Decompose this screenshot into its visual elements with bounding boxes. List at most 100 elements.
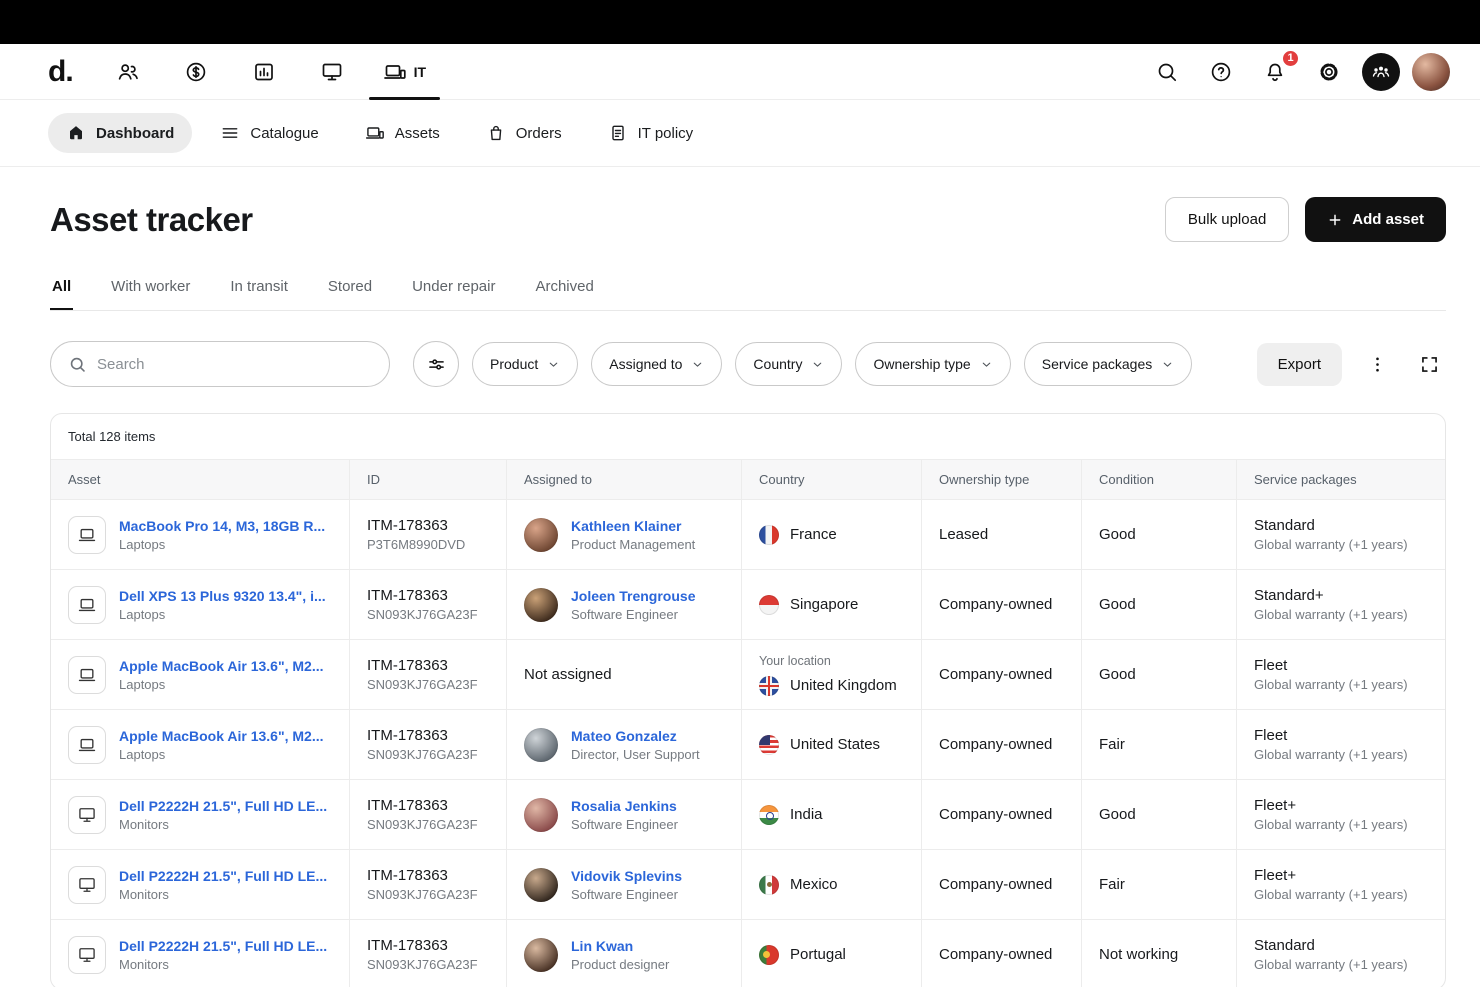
tab-stored[interactable]: Stored bbox=[326, 278, 374, 310]
assignee-cell: Kathleen Klainer Product Management bbox=[506, 500, 741, 569]
package-name: Standard bbox=[1254, 517, 1408, 534]
tab-with-worker[interactable]: With worker bbox=[109, 278, 192, 310]
filter-toolbar: Product Assigned to Country Ownership ty… bbox=[50, 341, 1446, 387]
nav-analytics-icon[interactable] bbox=[243, 52, 285, 92]
asset-serial: P3T6M8990DVD bbox=[367, 537, 465, 552]
app-logo[interactable]: d. bbox=[48, 55, 73, 89]
table-row[interactable]: Dell P2222H 21.5", Full HD LE... Monitor… bbox=[51, 849, 1445, 919]
search-input[interactable] bbox=[97, 356, 372, 373]
user-avatar[interactable] bbox=[1412, 53, 1450, 91]
table-row[interactable]: Dell P2222H 21.5", Full HD LE... Monitor… bbox=[51, 919, 1445, 987]
nav-payments-icon[interactable] bbox=[175, 52, 217, 92]
page-title: Asset tracker bbox=[50, 201, 253, 239]
asset-type-icon bbox=[68, 796, 106, 834]
not-assigned-label: Not assigned bbox=[524, 666, 612, 683]
asset-type-icon bbox=[68, 586, 106, 624]
chevron-down-icon bbox=[547, 358, 560, 371]
table-row[interactable]: Apple MacBook Air 13.6", M2... Laptops I… bbox=[51, 639, 1445, 709]
settings-gear-icon[interactable] bbox=[1308, 52, 1350, 92]
condition-value: Not working bbox=[1099, 946, 1178, 963]
asset-name-link[interactable]: MacBook Pro 14, M3, 18GB R... bbox=[119, 518, 325, 534]
help-icon[interactable] bbox=[1200, 52, 1242, 92]
export-button[interactable]: Export bbox=[1257, 343, 1342, 386]
filter-assigned-to[interactable]: Assigned to bbox=[591, 342, 722, 386]
team-switcher-icon[interactable] bbox=[1362, 53, 1400, 91]
subnav-item-catalogue[interactable]: Catalogue bbox=[202, 113, 336, 153]
asset-table: Total 128 items Asset ID Assigned to Cou… bbox=[50, 413, 1446, 987]
subnav-label: Orders bbox=[516, 125, 562, 142]
condition-value: Good bbox=[1099, 666, 1136, 683]
package-name: Fleet bbox=[1254, 727, 1408, 744]
ownership-cell: Company-owned bbox=[921, 850, 1081, 919]
table-row[interactable]: MacBook Pro 14, M3, 18GB R... Laptops IT… bbox=[51, 500, 1445, 569]
main-content: Asset tracker Bulk upload Add asset All … bbox=[0, 197, 1480, 987]
asset-id: ITM-178363 bbox=[367, 867, 478, 884]
table-row[interactable]: Dell P2222H 21.5", Full HD LE... Monitor… bbox=[51, 779, 1445, 849]
service-package-cell: Standard Global warranty (+1 years) bbox=[1236, 920, 1445, 987]
search-icon bbox=[68, 355, 87, 374]
assignee-name-link[interactable]: Vidovik Splevins bbox=[571, 868, 682, 884]
country-note: Your location bbox=[759, 654, 897, 668]
package-warranty: Global warranty (+1 years) bbox=[1254, 957, 1408, 972]
ownership-value: Company-owned bbox=[939, 666, 1052, 683]
condition-cell: Fair bbox=[1081, 850, 1236, 919]
nav-display-icon[interactable] bbox=[311, 52, 353, 92]
subnav-item-assets[interactable]: Assets bbox=[347, 113, 458, 153]
filter-service-packages[interactable]: Service packages bbox=[1024, 342, 1193, 386]
id-cell: ITM-178363 SN093KJ76GA23F bbox=[349, 710, 506, 779]
asset-name-link[interactable]: Dell P2222H 21.5", Full HD LE... bbox=[119, 938, 327, 954]
add-asset-button[interactable]: Add asset bbox=[1305, 197, 1446, 242]
nav-it-tab[interactable]: IT bbox=[379, 52, 430, 92]
condition-cell: Not working bbox=[1081, 920, 1236, 987]
col-service-packages: Service packages bbox=[1236, 460, 1445, 499]
tab-archived[interactable]: Archived bbox=[533, 278, 595, 310]
tab-all[interactable]: All bbox=[50, 278, 73, 310]
tab-in-transit[interactable]: In transit bbox=[228, 278, 290, 310]
country-cell: United States bbox=[741, 710, 921, 779]
country-cell: France bbox=[741, 500, 921, 569]
filter-country[interactable]: Country bbox=[735, 342, 842, 386]
asset-category: Monitors bbox=[119, 887, 327, 902]
search-field[interactable] bbox=[50, 341, 390, 387]
tab-under-repair[interactable]: Under repair bbox=[410, 278, 497, 310]
asset-name-link[interactable]: Dell P2222H 21.5", Full HD LE... bbox=[119, 868, 327, 884]
assignee-cell: Not assigned bbox=[506, 640, 741, 709]
asset-name-link[interactable]: Dell XPS 13 Plus 9320 13.4", i... bbox=[119, 588, 326, 604]
ownership-value: Company-owned bbox=[939, 876, 1052, 893]
search-icon[interactable] bbox=[1146, 52, 1188, 92]
asset-name-link[interactable]: Apple MacBook Air 13.6", M2... bbox=[119, 658, 324, 674]
home-icon bbox=[66, 123, 86, 143]
assignee-name-link[interactable]: Lin Kwan bbox=[571, 938, 669, 954]
filter-sliders-icon[interactable] bbox=[413, 341, 459, 387]
section-navigation: Dashboard Catalogue Assets Orders IT pol… bbox=[0, 100, 1480, 167]
more-options-kebab-icon[interactable] bbox=[1360, 347, 1394, 381]
assignee-name-link[interactable]: Kathleen Klainer bbox=[571, 518, 695, 534]
asset-name-link[interactable]: Dell P2222H 21.5", Full HD LE... bbox=[119, 798, 327, 814]
asset-name-link[interactable]: Apple MacBook Air 13.6", M2... bbox=[119, 728, 324, 744]
country-name: Singapore bbox=[790, 596, 858, 613]
ownership-cell: Company-owned bbox=[921, 920, 1081, 987]
fullscreen-icon[interactable] bbox=[1412, 347, 1446, 381]
table-row[interactable]: Apple MacBook Air 13.6", M2... Laptops I… bbox=[51, 709, 1445, 779]
bulk-upload-button[interactable]: Bulk upload bbox=[1165, 197, 1289, 242]
assignee-role: Software Engineer bbox=[571, 817, 678, 832]
filter-product[interactable]: Product bbox=[472, 342, 578, 386]
assignee-info: Joleen Trengrouse Software Engineer bbox=[571, 588, 695, 622]
filter-label: Product bbox=[490, 356, 538, 372]
id-cell: ITM-178363 SN093KJ76GA23F bbox=[349, 920, 506, 987]
nav-people-icon[interactable] bbox=[107, 52, 149, 92]
id-cell: ITM-178363 SN093KJ76GA23F bbox=[349, 850, 506, 919]
package-warranty: Global warranty (+1 years) bbox=[1254, 817, 1408, 832]
subnav-item-it-policy[interactable]: IT policy bbox=[590, 113, 712, 153]
country-name: France bbox=[790, 526, 837, 543]
package-warranty: Global warranty (+1 years) bbox=[1254, 677, 1408, 692]
subnav-item-orders[interactable]: Orders bbox=[468, 113, 580, 153]
assignee-name-link[interactable]: Rosalia Jenkins bbox=[571, 798, 678, 814]
assignee-name-link[interactable]: Joleen Trengrouse bbox=[571, 588, 695, 604]
assignee-name-link[interactable]: Mateo Gonzalez bbox=[571, 728, 700, 744]
filter-ownership-type[interactable]: Ownership type bbox=[855, 342, 1010, 386]
package-name: Standard bbox=[1254, 937, 1408, 954]
assignee-cell: Joleen Trengrouse Software Engineer bbox=[506, 570, 741, 639]
subnav-item-dashboard[interactable]: Dashboard bbox=[48, 113, 192, 153]
table-row[interactable]: Dell XPS 13 Plus 9320 13.4", i... Laptop… bbox=[51, 569, 1445, 639]
